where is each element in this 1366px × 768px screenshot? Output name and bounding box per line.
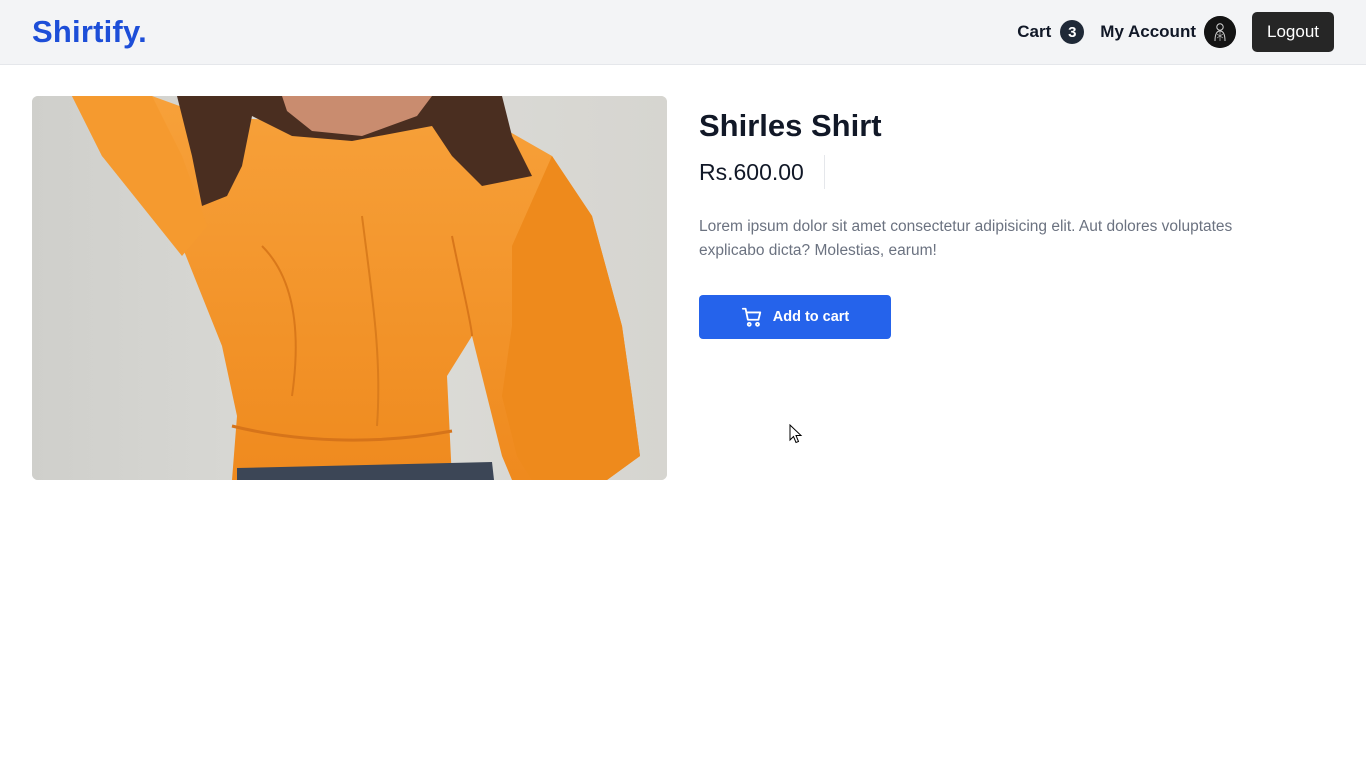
product-description: Lorem ipsum dolor sit amet consectetur a… — [699, 218, 1233, 259]
cart-count-badge: 3 — [1060, 20, 1085, 44]
nav-actions: Cart 3 My Account Logout — [1017, 12, 1334, 52]
shopping-cart-icon — [741, 306, 763, 328]
cart-label: Cart — [1017, 22, 1052, 41]
brand-logo[interactable]: Shirtify. — [32, 14, 147, 50]
add-to-cart-button[interactable]: Add to cart — [699, 295, 891, 339]
price-divider — [823, 155, 825, 189]
product-photo — [32, 96, 667, 480]
mouse-cursor-icon — [789, 423, 803, 449]
product-title: Shirles Shirt — [699, 108, 882, 143]
product-details: Shirles Shirt Rs.600.00 Lorem ipsum dolo… — [699, 106, 1319, 339]
price-row: Rs.600.00 — [699, 154, 1319, 190]
cart-link[interactable]: Cart 3 — [1017, 20, 1085, 44]
add-to-cart-label: Add to cart — [772, 309, 850, 325]
my-account-link[interactable]: My Account — [1100, 16, 1236, 48]
product-image — [32, 96, 667, 480]
product-price: Rs.600.00 — [699, 159, 804, 185]
my-account-label: My Account — [1100, 22, 1196, 41]
avatar[interactable] — [1204, 16, 1236, 48]
top-navbar: Shirtify. Cart 3 My Account Logout — [0, 0, 1366, 65]
logout-button[interactable]: Logout — [1252, 12, 1334, 52]
avatar-image — [1204, 16, 1236, 48]
